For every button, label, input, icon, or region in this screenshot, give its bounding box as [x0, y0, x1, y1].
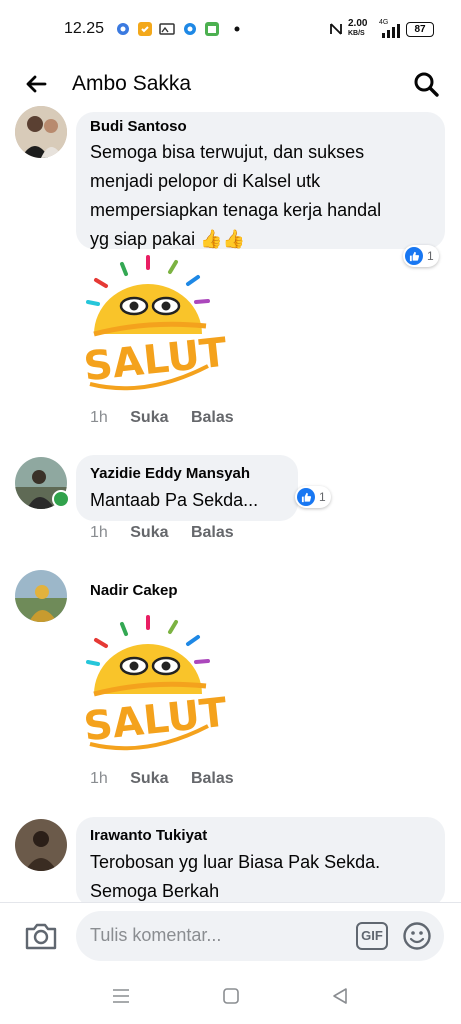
comment-actions: 1h Suka Balas: [90, 409, 252, 427]
avatar[interactable]: [15, 106, 67, 158]
salut-sticker[interactable]: SALUT!: [76, 614, 226, 762]
comment-time: 1h: [90, 770, 108, 787]
comment-item: Irawanto Tukiyat Terobosan yg luar Biasa…: [0, 815, 461, 902]
status-bar: 12.25 2.00 KB/S 4G 87: [0, 0, 461, 58]
comment-text-line: mempersiapkan tenaga kerja handal: [90, 200, 382, 220]
comment-item: Budi Santoso Semoga bisa terwujut, dan s…: [0, 106, 461, 442]
more-notifications-dot-icon: [234, 26, 240, 32]
online-status-dot: [52, 490, 70, 508]
comment-bubble[interactable]: Budi Santoso Semoga bisa terwujut, dan s…: [76, 112, 445, 249]
comment-actions: 1h Suka Balas: [90, 524, 252, 542]
gif-label: GIF: [361, 928, 383, 943]
network-speed: 2.00 KB/S: [348, 19, 367, 39]
system-navigation-bar: [0, 970, 461, 1024]
comment-input-placeholder: Tulis komentar...: [90, 925, 222, 945]
comment-item: Nadir Cakep SALUT! 1h Suka Balas: [0, 570, 461, 795]
battery-level: 87: [414, 24, 426, 35]
comment-author[interactable]: Nadir Cakep: [90, 582, 178, 599]
comment-text-line: Semoga Berkah: [90, 881, 220, 901]
reaction-count: 1: [427, 249, 434, 263]
comment-bubble[interactable]: Yazidie Eddy Mansyah Mantaab Pa Sekda...: [76, 455, 298, 521]
network-speed-unit: KB/S: [348, 30, 365, 37]
comment-bubble[interactable]: Irawanto Tukiyat Terobosan yg luar Biasa…: [76, 817, 445, 902]
comment-text-line: Semoga bisa terwujut, dan sukses: [90, 142, 365, 162]
reply-button[interactable]: Balas: [191, 409, 234, 426]
like-button[interactable]: Suka: [130, 770, 168, 787]
nfc-icon: [330, 23, 342, 35]
like-reaction-icon: [297, 488, 315, 506]
avatar[interactable]: [15, 819, 67, 871]
like-reaction-icon: [405, 247, 423, 265]
like-button[interactable]: Suka: [130, 409, 168, 426]
reaction-badge[interactable]: 1: [295, 486, 331, 508]
comment-text-line: menjadi pelopor di Kalsel utk: [90, 171, 321, 191]
avatar[interactable]: [15, 570, 67, 622]
comment-author[interactable]: Irawanto Tukiyat: [90, 827, 207, 844]
sticker-label: SALUT!: [82, 328, 226, 391]
reply-button[interactable]: Balas: [191, 524, 234, 541]
comment-author[interactable]: Budi Santoso: [90, 118, 187, 135]
comment-composer: Tulis komentar... GIF: [0, 902, 461, 971]
comment-author[interactable]: Yazidie Eddy Mansyah: [90, 465, 250, 482]
comment-time: 1h: [90, 409, 108, 426]
comment-actions: 1h Suka Balas: [90, 770, 252, 788]
comment-text: Mantaab Pa Sekda...: [90, 490, 259, 510]
back-arrow-icon[interactable]: [24, 72, 48, 96]
comment-text-line: Terobosan yg luar Biasa Pak Sekda.: [90, 852, 381, 872]
back-nav-icon[interactable]: [332, 987, 348, 1005]
shield-app-icon: [138, 22, 152, 36]
menu-nav-icon[interactable]: [112, 988, 130, 1004]
camera-icon[interactable]: [24, 921, 58, 951]
reaction-badge[interactable]: 1: [403, 245, 439, 267]
app-notification-icon: [184, 23, 196, 35]
cast-icon: [159, 23, 175, 35]
comment-time: 1h: [90, 524, 108, 541]
comment-text-line: yg siap pakai 👍👍: [90, 229, 245, 249]
emoji-icon[interactable]: [402, 921, 432, 951]
page-title: Ambo Sakka: [72, 72, 192, 95]
header-bar: Ambo Sakka: [0, 58, 461, 112]
settings-gear-icon: [117, 23, 129, 35]
comment-text: Terobosan yg luar Biasa Pak Sekda. Semog…: [90, 848, 380, 902]
signal-icon: [382, 24, 400, 38]
sticker-label: SALUT!: [82, 688, 226, 751]
comment-item: Yazidie Eddy Mansyah Mantaab Pa Sekda...…: [0, 455, 461, 555]
reply-button[interactable]: Balas: [191, 770, 234, 787]
home-nav-icon[interactable]: [222, 987, 240, 1005]
search-icon[interactable]: [412, 70, 440, 98]
like-button[interactable]: Suka: [130, 524, 168, 541]
salut-sticker[interactable]: SALUT!: [76, 254, 226, 402]
network-speed-value: 2.00: [348, 18, 368, 29]
calendar-app-icon: [205, 22, 219, 36]
reaction-count: 1: [319, 490, 326, 504]
battery-indicator: 87: [406, 22, 434, 37]
status-time: 12.25: [64, 20, 105, 37]
comment-text: Semoga bisa terwujut, dan sukses menjadi…: [90, 138, 435, 254]
gif-button[interactable]: GIF: [356, 922, 388, 950]
